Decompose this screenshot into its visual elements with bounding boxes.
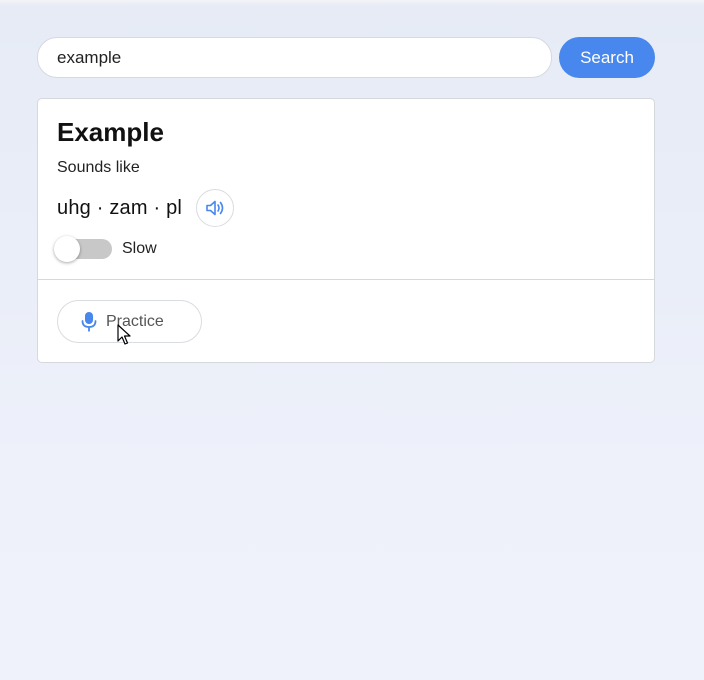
top-shade <box>0 0 704 6</box>
word-title: Example <box>57 117 164 147</box>
search-bar: Search <box>37 37 655 78</box>
toggle-knob <box>54 236 80 262</box>
play-audio-button[interactable] <box>196 189 234 227</box>
practice-label: Practice <box>106 313 164 330</box>
phonetic-spelling: uhg · zam · pl <box>57 197 183 219</box>
card-divider <box>38 279 654 280</box>
microphone-icon <box>81 312 97 332</box>
pronunciation-card: Example Sounds like uhg · zam · pl Slow … <box>37 98 655 363</box>
practice-button[interactable]: Practice <box>57 300 202 343</box>
slow-label: Slow <box>122 240 157 257</box>
speaker-icon <box>206 200 224 216</box>
search-button[interactable]: Search <box>559 37 655 78</box>
sounds-like-label: Sounds like <box>57 159 140 176</box>
search-input[interactable] <box>37 37 552 78</box>
slow-toggle[interactable] <box>54 236 112 262</box>
